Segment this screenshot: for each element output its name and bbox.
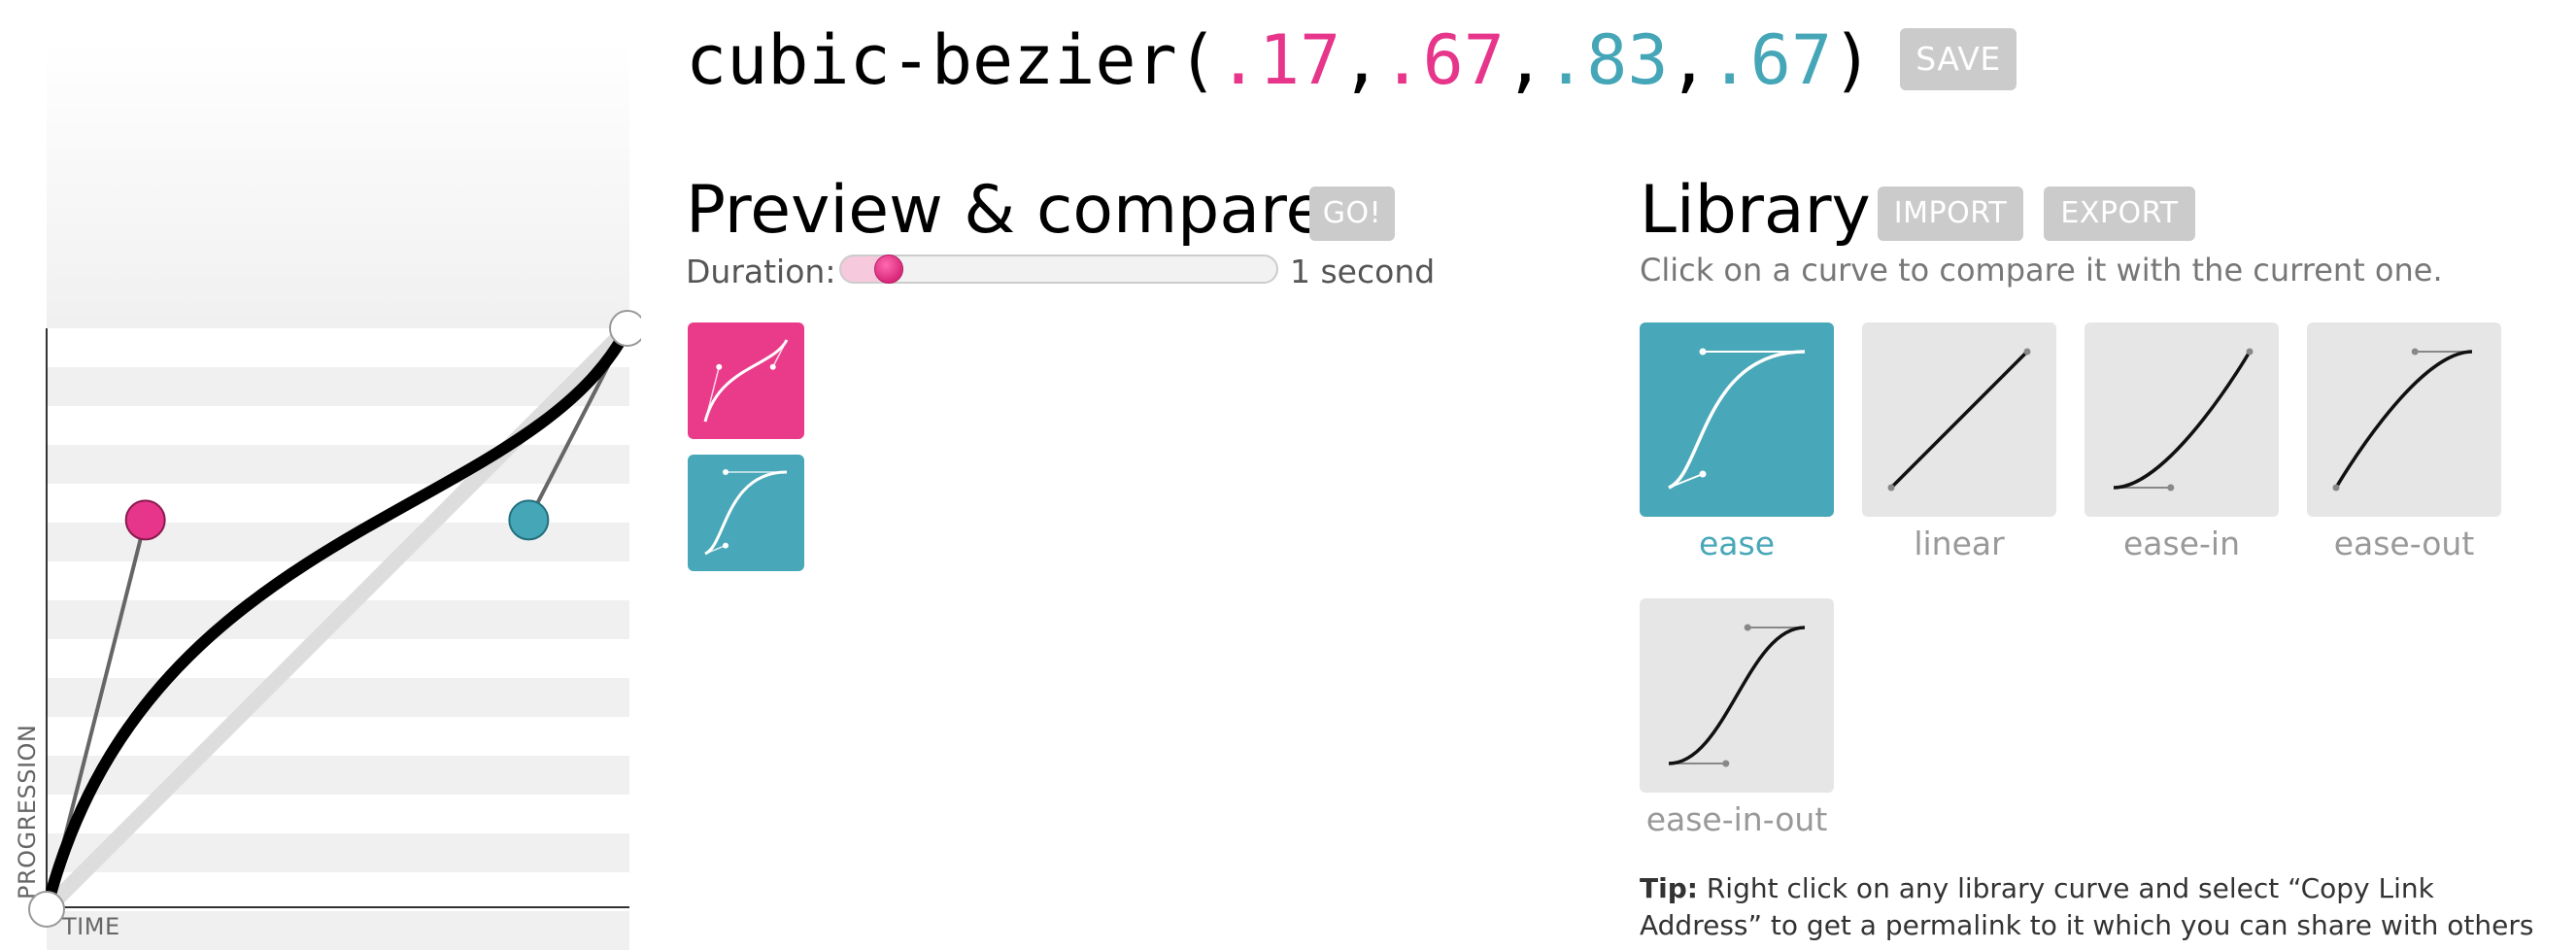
duration-value: 1 second: [1290, 253, 1436, 290]
grid-stripe: [47, 367, 629, 406]
preview-compare-curve[interactable]: [688, 455, 804, 571]
handle-dot: [2023, 348, 2031, 356]
bezier-editor[interactable]: TIME PROGRESSION: [0, 0, 641, 950]
library-item-label[interactable]: linear: [1862, 523, 2056, 565]
close-paren: ): [1832, 20, 1874, 100]
tip-text: Tip: Right click on any library curve an…: [1640, 870, 2562, 944]
time-axis-label: TIME: [61, 913, 120, 940]
library-curve-thumbnail[interactable]: [1640, 598, 1834, 793]
library-curve-thumbnail[interactable]: [2307, 322, 2501, 517]
import-button[interactable]: IMPORT: [1878, 187, 2023, 241]
handle-dot: [2246, 348, 2254, 356]
preview-compare-curve-icon: [704, 469, 788, 556]
curve-path: [2334, 350, 2473, 489]
library-item-label[interactable]: ease: [1640, 523, 1834, 565]
comma: ,: [1504, 20, 1546, 100]
start-point: [28, 891, 65, 928]
handle-dot: [1699, 470, 1707, 478]
end-point: [609, 310, 641, 347]
curve-icon: [1668, 624, 1806, 767]
preview-current-curve-icon: [703, 339, 789, 423]
curve-path: [1889, 350, 2029, 490]
overflow-area-bottom: [47, 911, 629, 950]
control-point-1-handle[interactable]: [124, 499, 166, 541]
preview-title: Preview & compare: [686, 172, 1327, 249]
library-hint: Click on a curve to compare it with the …: [1640, 252, 2443, 288]
curve-icon: [1887, 348, 2031, 492]
handle-dot: [1722, 760, 1730, 767]
duration-slider[interactable]: [839, 254, 1278, 284]
duration-label: Duration:: [686, 253, 836, 290]
grid-stripe: [47, 445, 629, 484]
control-point-2-handle[interactable]: [508, 499, 550, 541]
code-header: cubic-bezier(.17,.67,.83,.67): [686, 12, 1873, 109]
p1y-value[interactable]: .67: [1381, 20, 1504, 100]
handle-dot: [1744, 624, 1751, 631]
handle-dot: [2332, 484, 2340, 492]
overflow-area: [47, 39, 629, 328]
library-item-ease-out[interactable]: ease-out: [2307, 322, 2501, 565]
p2y-value[interactable]: .67: [1710, 20, 1832, 100]
library-curve-thumbnail[interactable]: [2085, 322, 2279, 517]
p2x-value[interactable]: .83: [1545, 20, 1668, 100]
handle-dot: [2167, 484, 2175, 492]
cubic-bezier-code[interactable]: cubic-bezier(.17,.67,.83,.67): [686, 20, 1873, 100]
bezier-canvas[interactable]: TIME PROGRESSION: [0, 0, 641, 950]
tip-body: Right click on any library curve and sel…: [1640, 872, 2534, 941]
curve-icon: [2332, 348, 2473, 492]
handle-dot: [2411, 348, 2419, 356]
library-item-label[interactable]: ease-in-out: [1620, 798, 1853, 841]
go-button[interactable]: GO!: [1309, 187, 1395, 241]
comma: ,: [1668, 20, 1710, 100]
curve-icon: [1668, 348, 1806, 490]
progression-axis-label: PROGRESSION: [14, 725, 41, 899]
library-item-label[interactable]: ease-in: [2085, 523, 2279, 565]
library-curve-thumbnail[interactable]: [1640, 322, 1834, 517]
grid-stripe: [47, 833, 629, 872]
comma: ,: [1340, 20, 1382, 100]
p1x-value[interactable]: .17: [1218, 20, 1340, 100]
library-item-linear[interactable]: linear: [1862, 322, 2056, 565]
library-title: Library: [1640, 172, 1871, 249]
export-button[interactable]: EXPORT: [2044, 187, 2195, 241]
preview-current-curve[interactable]: [688, 322, 804, 439]
curve-path: [2113, 351, 2252, 490]
curve-path: [1668, 350, 1806, 490]
handle-dot: [1699, 348, 1707, 356]
function-name: cubic-bezier(: [686, 20, 1218, 100]
curve-path: [1668, 626, 1806, 765]
library-item-ease[interactable]: ease: [1640, 322, 1834, 565]
tip-label: Tip:: [1640, 872, 1698, 904]
grid-stripe: [47, 756, 629, 795]
library-item-ease-in-out[interactable]: ease-in-out: [1640, 598, 1834, 841]
save-button[interactable]: SAVE: [1900, 28, 2017, 90]
library-item-label[interactable]: ease-out: [2307, 523, 2501, 565]
handle-dot: [1887, 484, 1895, 492]
curve-icon: [2113, 348, 2254, 492]
library-curve-thumbnail[interactable]: [1862, 322, 2056, 517]
library-item-ease-in[interactable]: ease-in: [2085, 322, 2279, 565]
duration-slider-thumb[interactable]: [874, 254, 903, 284]
